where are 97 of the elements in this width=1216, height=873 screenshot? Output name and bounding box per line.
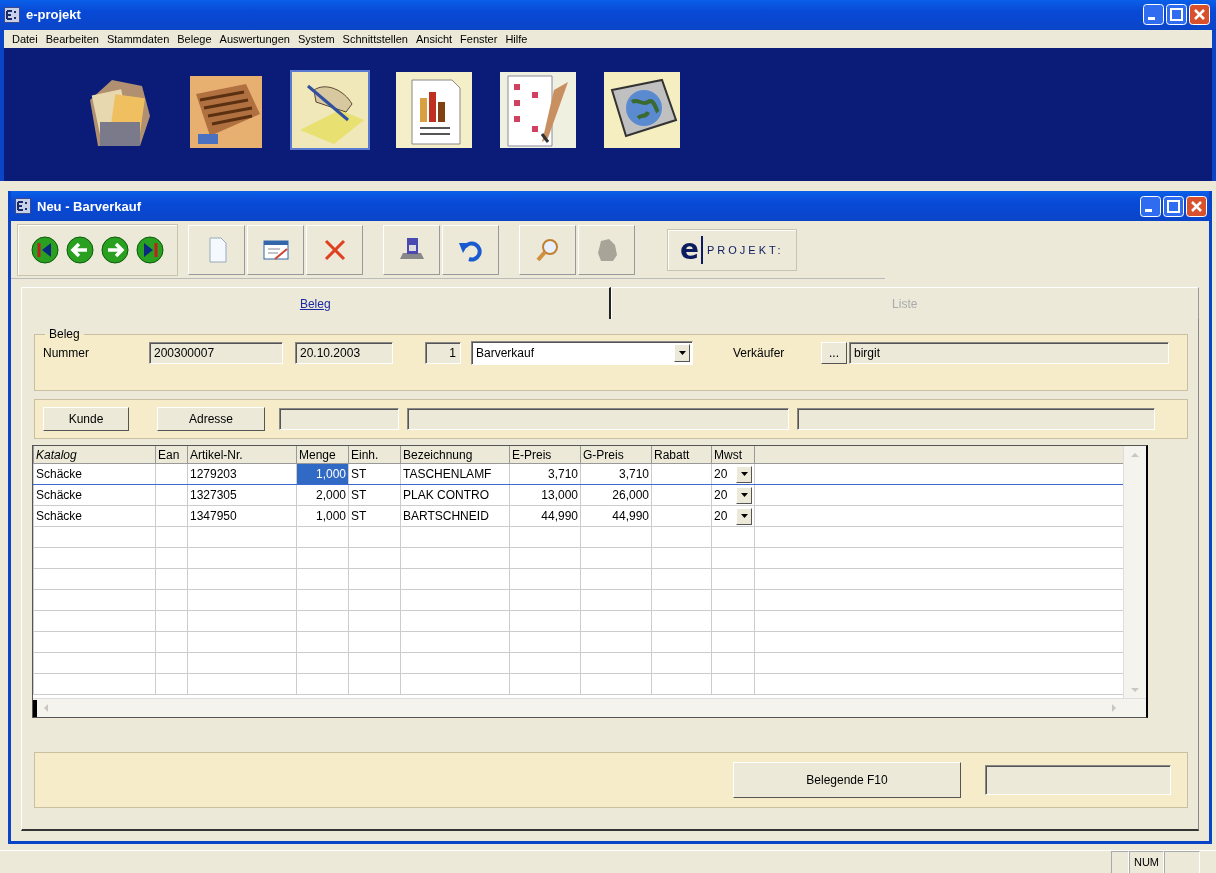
hand-writing-icon <box>290 69 370 150</box>
text-field[interactable] <box>797 408 1155 431</box>
tax-dropdown[interactable]: 20 <box>711 484 755 506</box>
caret-icon <box>740 472 748 477</box>
bar-chart-document-icon <box>394 69 474 150</box>
horizontal-scrollbar[interactable] <box>33 698 1146 718</box>
table-cell: BARTSCHNEID <box>400 505 510 527</box>
menu-item[interactable]: Schnittstellen <box>338 32 412 45</box>
column-header[interactable]: Menge <box>296 446 349 464</box>
search-button[interactable] <box>519 224 576 275</box>
text-field[interactable] <box>279 408 399 431</box>
maximize-icon <box>1163 195 1184 217</box>
column-header[interactable]: Katalog <box>33 446 156 464</box>
logo-text: PROJEKT: <box>707 243 784 256</box>
checklist-icon <box>498 69 578 150</box>
first-record-icon <box>30 234 60 265</box>
counter-field[interactable]: 1 <box>425 342 461 365</box>
dropdown-button[interactable] <box>674 344 690 363</box>
number-field[interactable]: 200300007 <box>149 342 283 365</box>
table-cell: 13,000 <box>509 484 581 506</box>
menu-item[interactable]: Bearbeiten <box>41 32 103 45</box>
column-header[interactable]: Mwst <box>711 446 755 464</box>
table-cell: 3,710 <box>509 463 581 485</box>
table-cell: 44,990 <box>509 505 581 527</box>
undo-button[interactable] <box>442 224 499 275</box>
delete-button[interactable] <box>306 224 363 275</box>
close-icon <box>1189 4 1210 26</box>
table-cell: 1347950 <box>187 505 297 527</box>
column-header[interactable]: Artikel-Nr. <box>187 446 297 464</box>
table-cell: 1279203 <box>187 463 297 485</box>
save-button[interactable] <box>383 224 440 275</box>
date-field[interactable]: 20.10.2003 <box>295 342 393 365</box>
table-cell: Schäcke <box>33 484 156 506</box>
menu-item[interactable]: Datei <box>8 32 42 45</box>
close-icon <box>1186 195 1207 217</box>
minimize-icon <box>1140 195 1161 217</box>
edit-form-button[interactable] <box>247 224 304 275</box>
column-header[interactable]: Rabatt <box>651 446 712 464</box>
table-cell: ST <box>348 505 401 527</box>
menu-item[interactable]: Belege <box>173 32 216 45</box>
next-icon <box>100 234 130 265</box>
vertical-scrollbar[interactable] <box>1123 446 1146 699</box>
app-icon <box>4 6 20 23</box>
table-cell: 44,990 <box>580 505 652 527</box>
table-cell: TASCHENLAMF <box>400 463 510 485</box>
item-table[interactable] <box>32 445 1148 719</box>
finish-document-button[interactable]: Belegende F10 <box>733 762 961 799</box>
last-record-icon <box>135 234 165 265</box>
type-dropdown[interactable]: Barverkauf <box>471 341 693 366</box>
tax-dropdown[interactable]: 20 <box>711 463 755 485</box>
previous-icon <box>65 234 95 265</box>
caret-icon <box>678 351 686 356</box>
menu-item[interactable]: Stammdaten <box>102 32 174 45</box>
table-cell: 26,000 <box>580 484 652 506</box>
caret-icon <box>740 514 748 519</box>
table-cell: Schäcke <box>33 463 156 485</box>
tab[interactable]: Beleg <box>21 287 611 320</box>
action-button[interactable]: Kunde <box>43 407 129 432</box>
scroll-down-icon <box>1130 685 1140 694</box>
table-cell: ST <box>348 484 401 506</box>
column-header[interactable]: Ean <box>155 446 188 464</box>
action-button[interactable]: Adresse <box>157 407 265 432</box>
menu-item[interactable]: Ansicht <box>412 32 457 45</box>
table-cell: 3,710 <box>580 463 652 485</box>
table-cell: 1327305 <box>187 484 297 506</box>
logo-mark: e <box>680 235 703 264</box>
minimize-icon <box>1143 4 1164 26</box>
field-label: Verkäufer <box>733 346 786 361</box>
window-title: e-projekt <box>26 7 82 23</box>
menu-item[interactable]: System <box>293 32 339 45</box>
menu-item[interactable]: Fenster <box>456 32 502 45</box>
group-title: Beleg <box>48 327 81 342</box>
text-field[interactable] <box>407 408 789 431</box>
browse-button[interactable]: ... <box>821 342 847 365</box>
table-cell: 2,000 <box>296 484 349 506</box>
table-cell: PLAK CONTRO <box>400 484 510 506</box>
field-label: Nummer <box>43 346 90 361</box>
scroll-up-icon <box>1130 450 1140 459</box>
globe-screen-icon <box>602 69 682 150</box>
new-document-button[interactable] <box>188 224 245 275</box>
column-header[interactable]: Einh. <box>348 446 401 464</box>
column-header[interactable]: Bezeichnung <box>400 446 510 464</box>
seller-field[interactable]: birgit <box>849 342 1169 365</box>
text-field[interactable] <box>985 765 1171 796</box>
column-header[interactable]: G-Preis <box>580 446 652 464</box>
table-cell: 1,000 <box>296 505 349 527</box>
column-header[interactable]: E-Preis <box>509 446 581 464</box>
maximize-icon <box>1166 4 1187 26</box>
tax-dropdown[interactable]: 20 <box>711 505 755 527</box>
scroll-right-icon <box>1109 703 1118 714</box>
window-title: Neu - Barverkauf <box>37 198 143 214</box>
app-icon <box>15 198 31 215</box>
table-cell: Schäcke <box>33 505 156 527</box>
table-cell: ST <box>348 463 401 485</box>
caret-icon <box>740 493 748 498</box>
menu-item[interactable]: Auswertungen <box>215 32 294 45</box>
menu-item[interactable]: Hilfe <box>501 32 532 45</box>
